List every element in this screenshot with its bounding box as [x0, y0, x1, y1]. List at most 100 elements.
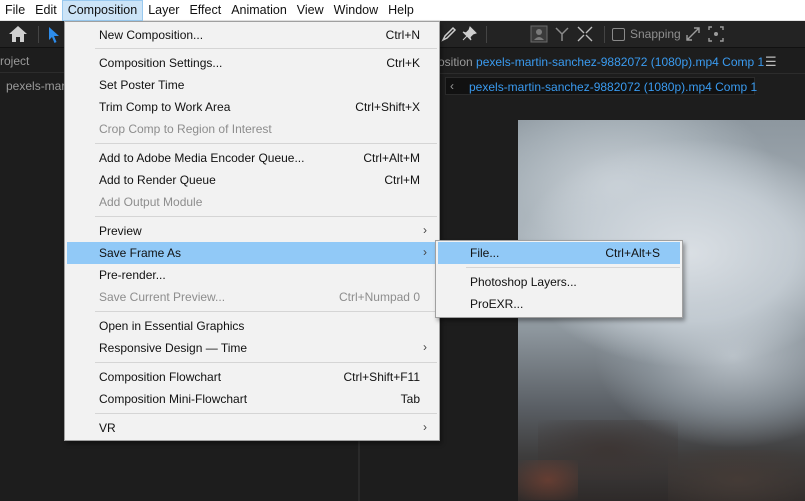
chevron-right-icon: ›	[423, 245, 427, 259]
menu-view[interactable]: View	[292, 0, 329, 21]
menu-bar: File Edit Composition Layer Effect Anima…	[0, 0, 805, 21]
menu-item-label: Responsive Design — Time	[99, 341, 248, 355]
roto-brush-icon	[530, 25, 548, 43]
menu-item-add-to-media-encoder[interactable]: Add to Adobe Media Encoder Queue... Ctrl…	[67, 147, 437, 169]
menu-item-composition-flowchart[interactable]: Composition Flowchart Ctrl+Shift+F11	[67, 366, 437, 388]
menu-item-shortcut: Ctrl+Alt+S	[605, 246, 660, 260]
menu-item-new-composition[interactable]: New Composition... Ctrl+N	[67, 24, 437, 46]
menu-item-responsive-design[interactable]: Responsive Design — Time ›	[67, 337, 437, 359]
menu-separator	[466, 267, 680, 268]
menu-item-composition-mini-flowchart[interactable]: Composition Mini-Flowchart Tab	[67, 388, 437, 410]
snap-target-button[interactable]	[707, 25, 727, 45]
composition-tab[interactable]: osition pexels-martin-sanchez-9882072 (1…	[438, 55, 764, 69]
menu-item-shortcut: Ctrl+K	[386, 56, 420, 70]
selection-arrow-icon	[49, 27, 59, 43]
toolbar-divider	[604, 26, 605, 43]
menu-item-label: Crop Comp to Region of Interest	[99, 122, 272, 136]
viewer-image-shading	[518, 460, 578, 500]
pin-icon	[462, 26, 477, 41]
home-icon	[9, 26, 27, 42]
menu-separator	[95, 311, 437, 312]
submenu-item-proexr[interactable]: ProEXR...	[438, 293, 680, 315]
chevron-left-icon[interactable]: ‹	[450, 79, 454, 93]
composition-tab-name: pexels-martin-sanchez-9882072 (1080p).mp…	[476, 55, 765, 69]
transparency-grid-tool[interactable]	[576, 25, 596, 45]
toolbar-divider	[486, 26, 487, 43]
menu-composition[interactable]: Composition	[61, 0, 144, 21]
menu-animation[interactable]: Animation	[226, 0, 292, 21]
menu-item-label: File...	[470, 246, 500, 260]
menu-edit[interactable]: Edit	[30, 0, 62, 21]
menu-separator	[95, 216, 437, 217]
menu-item-shortcut: Ctrl+Numpad 0	[338, 290, 420, 304]
menu-item-label: Composition Flowchart	[99, 370, 222, 384]
menu-item-label: Photoshop Layers...	[470, 275, 577, 289]
menu-item-label: Save Frame As	[99, 246, 182, 260]
menu-item-label: Add to Adobe Media Encoder Queue...	[99, 151, 305, 165]
roto-brush-tool[interactable]	[530, 25, 550, 45]
menu-item-open-essential-graphics[interactable]: Open in Essential Graphics	[67, 315, 437, 337]
menu-item-shortcut: Ctrl+Shift+F11	[343, 370, 420, 384]
composition-breadcrumb[interactable]: ‹ pexels-martin-sanchez-9882072 (1080p).…	[445, 77, 757, 95]
menu-item-label: Preview	[99, 224, 142, 238]
selection-tool[interactable]	[44, 25, 62, 45]
viewer-image-shading	[668, 450, 805, 501]
menu-item-vr[interactable]: VR ›	[67, 417, 437, 439]
menu-item-label: Add Output Module	[99, 195, 203, 209]
menu-separator	[95, 362, 437, 363]
menu-effect[interactable]: Effect	[184, 0, 226, 21]
menu-item-composition-settings[interactable]: Composition Settings... Ctrl+K	[67, 52, 437, 74]
home-button[interactable]	[8, 25, 36, 45]
menu-item-label: Open in Essential Graphics	[99, 319, 245, 333]
menu-item-label: Save Current Preview...	[99, 290, 226, 304]
menu-item-save-frame-as[interactable]: Save Frame As ›	[67, 242, 437, 264]
project-tab[interactable]: roject	[0, 54, 29, 68]
menu-item-trim-comp[interactable]: Trim Comp to Work Area Ctrl+Shift+X	[67, 96, 437, 118]
toolbar-divider	[38, 26, 39, 43]
menu-item-label: Composition Settings...	[99, 56, 223, 70]
save-frame-as-submenu: File... Ctrl+Alt+S Photoshop Layers... P…	[435, 240, 683, 318]
puppet-pin-tool[interactable]	[460, 25, 480, 45]
chevron-right-icon: ›	[423, 420, 427, 434]
panel-menu-icon[interactable]: ☰	[765, 54, 777, 70]
menu-item-pre-render[interactable]: Pre-render...	[67, 264, 437, 286]
menu-item-set-poster-time[interactable]: Set Poster Time	[67, 74, 437, 96]
menu-item-label: Trim Comp to Work Area	[99, 100, 231, 114]
menu-separator	[95, 143, 437, 144]
menu-item-add-to-render-queue[interactable]: Add to Render Queue Ctrl+M	[67, 169, 437, 191]
grid-icon	[577, 26, 593, 42]
menu-item-label: VR	[99, 421, 116, 435]
menu-layer[interactable]: Layer	[143, 0, 184, 21]
snapping-label: Snapping	[630, 27, 681, 41]
composition-menu: New Composition... Ctrl+N Composition Se…	[64, 21, 440, 441]
menu-item-shortcut: Ctrl+N	[385, 28, 420, 42]
refine-edge-tool[interactable]	[553, 25, 573, 45]
submenu-item-file[interactable]: File... Ctrl+Alt+S	[438, 242, 680, 264]
menu-item-add-output-module: Add Output Module	[67, 191, 437, 213]
menu-separator	[95, 48, 437, 49]
snapping-checkbox[interactable]	[612, 28, 625, 41]
menu-item-preview[interactable]: Preview ›	[67, 220, 437, 242]
menu-help[interactable]: Help	[383, 0, 419, 21]
submenu-item-photoshop-layers[interactable]: Photoshop Layers...	[438, 271, 680, 293]
pen-icon	[441, 26, 457, 42]
pen-tool[interactable]	[440, 25, 460, 45]
menu-item-label: Composition Mini-Flowchart	[99, 392, 248, 406]
project-item[interactable]: pexels-mart	[6, 79, 69, 93]
chevron-right-icon: ›	[423, 340, 427, 354]
composition-tab-prefix: osition	[438, 55, 473, 69]
chevron-right-icon: ›	[423, 223, 427, 237]
menu-item-shortcut: Ctrl+Alt+M	[363, 151, 420, 165]
menu-item-save-current-preview: Save Current Preview... Ctrl+Numpad 0	[67, 286, 437, 308]
refine-edge-icon	[555, 27, 569, 41]
menu-item-label: Pre-render...	[99, 268, 166, 282]
menu-item-shortcut: Ctrl+M	[384, 173, 420, 187]
menu-item-shortcut: Tab	[400, 392, 420, 406]
menu-file[interactable]: File	[0, 0, 30, 21]
target-icon	[708, 26, 724, 42]
menu-item-shortcut: Ctrl+Shift+X	[355, 100, 420, 114]
menu-item-label: New Composition...	[99, 28, 204, 42]
snap-options-button[interactable]	[684, 25, 704, 45]
menu-item-label: ProEXR...	[470, 297, 524, 311]
menu-window[interactable]: Window	[329, 0, 383, 21]
